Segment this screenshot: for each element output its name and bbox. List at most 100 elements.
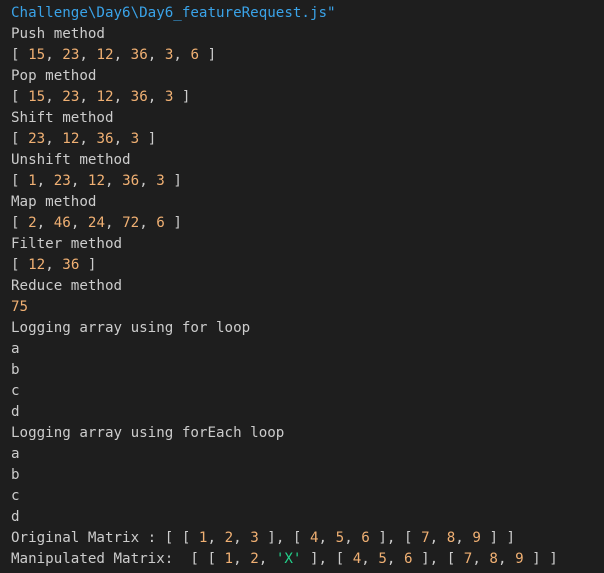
output-text: ] bbox=[79, 257, 97, 273]
number-token: 6 bbox=[403, 551, 413, 567]
terminal-line: Original Matrix : [ [ 1, 2, 3 ], [ 4, 5,… bbox=[11, 528, 604, 549]
output-text: , bbox=[318, 530, 336, 546]
terminal-line: d bbox=[11, 507, 604, 528]
terminal-line: Map method bbox=[11, 192, 604, 213]
output-text: [ bbox=[11, 47, 29, 63]
number-token: 2 bbox=[250, 551, 259, 567]
output-text: , bbox=[429, 530, 447, 546]
number-token: 9 bbox=[515, 551, 524, 567]
terminal-line: b bbox=[11, 465, 604, 486]
number-token: 12 bbox=[87, 173, 106, 189]
output-text: , bbox=[79, 131, 97, 147]
output-text: , bbox=[497, 551, 516, 567]
number-token: 2 bbox=[28, 215, 37, 231]
output-text: Original Matrix : [ [ bbox=[11, 530, 199, 546]
output-text: , bbox=[207, 530, 225, 546]
number-token: 3 bbox=[130, 131, 140, 147]
terminal-line: [ 15, 23, 12, 36, 3, 6 ] bbox=[11, 45, 604, 66]
number-token: 15 bbox=[28, 89, 46, 105]
terminal-line: Shift method bbox=[11, 108, 604, 129]
terminal-line: [ 23, 12, 36, 3 ] bbox=[11, 129, 604, 150]
terminal-line: [ 12, 36 ] bbox=[11, 255, 604, 276]
output-text: , bbox=[105, 173, 123, 189]
terminal-line: Challenge\Day6\Day6_featureRequest.js" bbox=[11, 3, 604, 24]
output-text: b bbox=[11, 362, 20, 378]
output-text: Manipulated Matrix: [ [ bbox=[11, 551, 225, 567]
output-text: [ bbox=[11, 173, 29, 189]
output-text: , bbox=[344, 530, 362, 546]
output-text: [ bbox=[11, 215, 29, 231]
output-text: , bbox=[70, 215, 88, 231]
output-text: ] bbox=[139, 131, 157, 147]
number-token: 9 bbox=[472, 530, 481, 546]
output-text: , bbox=[79, 89, 97, 105]
number-token: 1 bbox=[224, 551, 234, 567]
number-token: 24 bbox=[87, 215, 106, 231]
number-token: 8 bbox=[446, 530, 456, 546]
output-text: ], [ bbox=[369, 530, 422, 546]
number-token: 6 bbox=[156, 215, 165, 231]
terminal-output[interactable]: Challenge\Day6\Day6_featureRequest.js" Pu… bbox=[0, 0, 604, 573]
output-text: [ bbox=[11, 257, 29, 273]
output-text: , bbox=[139, 173, 157, 189]
output-text: ] bbox=[173, 89, 191, 105]
number-token: 3 bbox=[250, 530, 259, 546]
number-token: 12 bbox=[62, 131, 80, 147]
output-text: ] bbox=[164, 215, 182, 231]
output-text: Pop method bbox=[11, 68, 97, 84]
number-token: 2 bbox=[224, 530, 234, 546]
terminal-line: a bbox=[11, 339, 604, 360]
terminal-line: Manipulated Matrix: [ [ 1, 2, 'X' ], [ 4… bbox=[11, 549, 604, 570]
output-text: , bbox=[472, 551, 490, 567]
output-text: Filter method bbox=[11, 236, 123, 252]
output-text: ] bbox=[164, 173, 182, 189]
output-text: Logging array using forEach loop bbox=[11, 425, 285, 441]
terminal-line: Logging array using forEach loop bbox=[11, 423, 604, 444]
terminal-line: 75 bbox=[11, 297, 604, 318]
output-text: , bbox=[105, 215, 123, 231]
terminal-line: Push method bbox=[11, 24, 604, 45]
number-token: 23 bbox=[62, 89, 80, 105]
file-path-text: Challenge\Day6\Day6_featureRequest.js" bbox=[11, 5, 336, 21]
output-text: , bbox=[45, 131, 63, 147]
output-text: ] bbox=[199, 47, 217, 63]
number-token: 36 bbox=[130, 89, 148, 105]
number-token: 15 bbox=[28, 47, 46, 63]
number-token: 5 bbox=[378, 551, 387, 567]
output-text: Reduce method bbox=[11, 278, 123, 294]
output-text: , bbox=[455, 530, 473, 546]
output-text: Push method bbox=[11, 26, 105, 42]
output-text: , bbox=[70, 173, 88, 189]
terminal-line: c bbox=[11, 381, 604, 402]
number-token: 6 bbox=[190, 47, 200, 63]
output-text: , bbox=[173, 47, 191, 63]
output-text: , bbox=[258, 551, 276, 567]
output-text: Shift method bbox=[11, 110, 114, 126]
output-text: , bbox=[113, 47, 131, 63]
number-token: 23 bbox=[28, 131, 46, 147]
number-token: 1 bbox=[28, 173, 37, 189]
terminal-line: d bbox=[11, 402, 604, 423]
output-text: Map method bbox=[11, 194, 97, 210]
number-token: 12 bbox=[96, 47, 114, 63]
output-text: d bbox=[11, 509, 20, 525]
output-text: b bbox=[11, 467, 20, 483]
output-text: , bbox=[233, 530, 251, 546]
output-text: ], [ bbox=[301, 551, 353, 567]
output-text: ], [ bbox=[412, 551, 464, 567]
output-text: , bbox=[386, 551, 404, 567]
number-token: 12 bbox=[96, 89, 114, 105]
output-text: , bbox=[233, 551, 251, 567]
number-token: 75 bbox=[11, 299, 29, 315]
output-text: a bbox=[11, 341, 20, 357]
number-token: 8 bbox=[489, 551, 498, 567]
output-text: , bbox=[36, 173, 54, 189]
terminal-line: c bbox=[11, 486, 604, 507]
output-text: , bbox=[45, 257, 63, 273]
number-token: 36 bbox=[96, 131, 114, 147]
terminal-line: [ 15, 23, 12, 36, 3 ] bbox=[11, 87, 604, 108]
output-text: Unshift method bbox=[11, 152, 131, 168]
output-text: , bbox=[147, 89, 165, 105]
output-text: , bbox=[361, 551, 379, 567]
number-token: 36 bbox=[122, 173, 140, 189]
